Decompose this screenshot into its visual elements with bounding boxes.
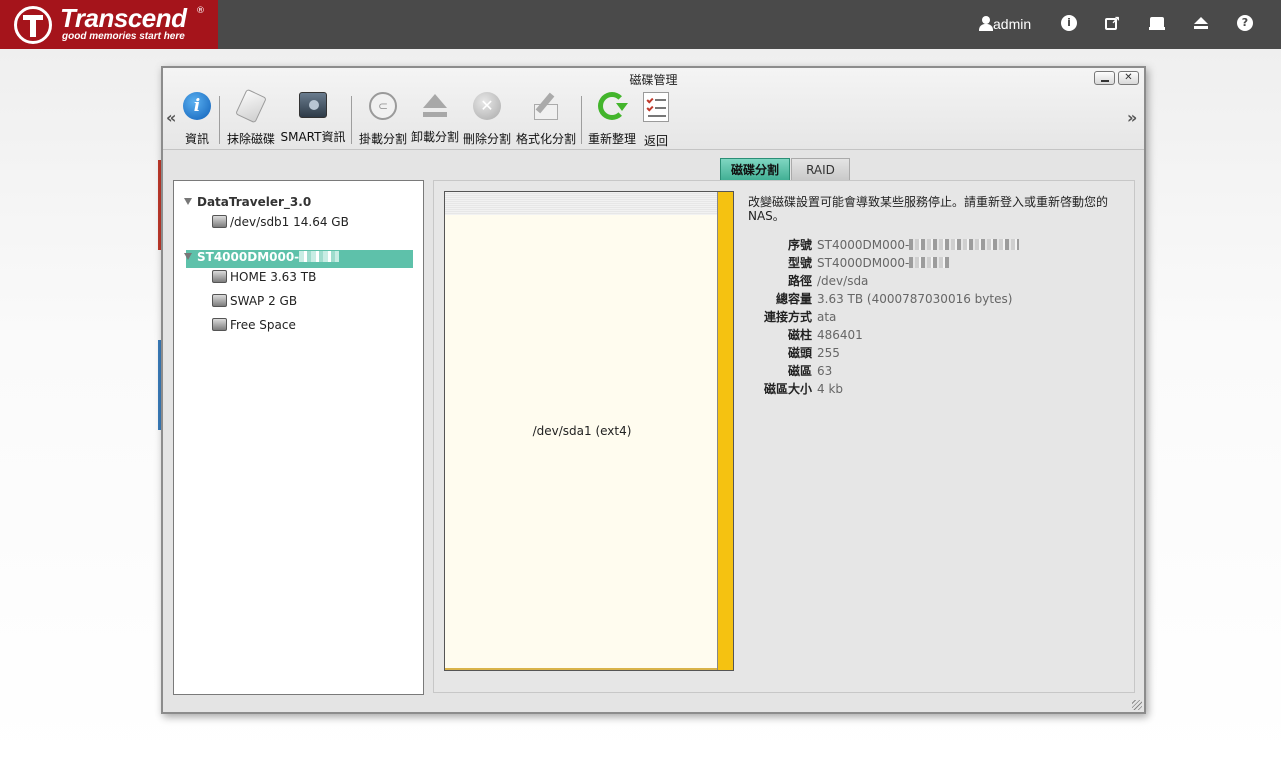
smart-info-label: SMART資訊 (280, 130, 346, 144)
partition-name: HOME 3.63 TB (230, 270, 317, 284)
redacted-model (909, 257, 952, 268)
smart-info-button[interactable]: SMART資訊 (279, 92, 347, 148)
detail-path: 路徑/dev/sda (787, 274, 869, 288)
expand-arrow-icon[interactable] (184, 253, 192, 260)
detail-cylinders: 磁柱 486401 (787, 328, 863, 342)
tab-raid[interactable]: RAID (791, 158, 850, 182)
user-name[interactable]: admin (993, 16, 1031, 32)
format-partition-button[interactable]: 格式化分割 (514, 92, 578, 148)
erase-disk-label: 抹除磁碟 (226, 132, 275, 146)
tree-device-datatraveler[interactable]: DataTraveler_3.0 (184, 195, 311, 209)
unmount-partition-button[interactable]: 卸載分割 (410, 92, 460, 148)
info-icon[interactable]: i (1061, 15, 1077, 31)
partition-name: Free Space (230, 318, 296, 332)
hard-disk-icon (212, 215, 227, 228)
refresh-button[interactable]: 重新整理 (587, 92, 637, 148)
window-title: 磁碟管理 (629, 73, 678, 87)
close-button[interactable]: ✕ (1118, 71, 1139, 85)
transcend-logo[interactable]: Transcend ® good memories start here (0, 0, 218, 49)
toolbar-separator (581, 96, 582, 144)
erase-disk-button[interactable]: 抹除磁碟 (225, 88, 277, 148)
partition-name: /dev/sdb1 14.64 GB (230, 215, 349, 229)
partition-content-panel: /dev/sda1 (ext4) 改變磁碟設置可能會導致某些服務停止。請重新登入… (433, 180, 1135, 693)
refresh-label: 重新整理 (587, 132, 636, 146)
resize-grip[interactable] (1132, 700, 1142, 710)
hard-disk-icon (212, 270, 227, 283)
disk-tree: DataTraveler_3.0 /dev/sdb1 14.64 GB ST40… (173, 180, 424, 695)
unmount-icon (422, 92, 448, 118)
eraser-icon (235, 88, 267, 124)
info-label: 資訊 (184, 132, 209, 146)
partition-label: /dev/sda1 (ext4) (532, 424, 632, 438)
smart-disk-icon (299, 92, 327, 118)
expand-arrow-icon[interactable] (184, 198, 192, 205)
format-partition-label: 格式化分割 (515, 132, 576, 146)
refresh-icon (598, 92, 628, 120)
top-bar: Transcend ® good memories start here adm… (0, 0, 1281, 49)
detail-serial: 序號 ST4000DM000- (748, 236, 1020, 253)
logo-name: Transcend (60, 3, 187, 33)
detail-capacity: 總容量 3.63 TB (4000787030016 bytes) (775, 292, 1013, 306)
partition-map-header (445, 192, 719, 216)
transcend-logo-icon (14, 6, 52, 44)
delete-icon: ✕ (473, 92, 501, 120)
tree-partition-sdb1[interactable]: /dev/sdb1 14.64 GB (212, 215, 349, 229)
eject-icon[interactable] (1193, 15, 1209, 31)
redacted-serial (909, 239, 1020, 250)
warning-message: 改變磁碟設置可能會導致某些服務停止。請重新登入或重新啓動您的NAS。 (748, 195, 1109, 223)
delete-partition-label: 刪除分割 (462, 132, 511, 146)
toolbar-scroll-right[interactable]: » (1127, 108, 1137, 127)
info-button[interactable]: i 資訊 (183, 92, 211, 148)
detail-model: 型號 ST4000DM000- (748, 254, 952, 271)
detail-sector-size: 磁區大小 4 kb (763, 382, 844, 396)
mount-icon: ⊂ (369, 92, 397, 120)
disk-icon[interactable] (1149, 15, 1165, 31)
tree-device-st4000dm000[interactable]: ST4000DM000- (184, 250, 340, 264)
help-icon[interactable]: ? (1237, 15, 1253, 31)
mount-partition-label: 掛載分割 (358, 132, 407, 146)
toolbar-scroll-left[interactable]: « (166, 108, 176, 127)
detail-heads: 磁頭 255 (787, 346, 840, 360)
unmount-partition-label: 卸載分割 (410, 130, 459, 144)
detail-interface: 連接方式 ata (763, 310, 837, 324)
mount-partition-button[interactable]: ⊂ 掛載分割 (358, 92, 408, 148)
hard-disk-icon (212, 294, 227, 307)
redacted-serial (299, 251, 340, 262)
tree-partition-swap[interactable]: SWAP 2 GB (212, 294, 297, 308)
detail-sectors: 磁區 63 (787, 364, 833, 378)
tree-partition-home[interactable]: HOME 3.63 TB (212, 270, 316, 284)
device-name: DataTraveler_3.0 (197, 195, 312, 209)
toolbar-separator (219, 96, 220, 144)
checklist-icon (643, 92, 669, 122)
format-icon (532, 92, 560, 120)
partition-size-bar (717, 192, 733, 670)
user-icon[interactable] (979, 16, 993, 31)
device-name: ST4000DM000- (197, 250, 300, 264)
minimize-button[interactable] (1094, 71, 1115, 85)
partition-map[interactable]: /dev/sda1 (ext4) (444, 191, 734, 671)
toolbar-separator (351, 96, 352, 144)
delete-partition-button[interactable]: ✕ 刪除分割 (462, 92, 512, 148)
external-link-icon[interactable]: ↗ (1105, 14, 1121, 31)
logo-tagline: good memories start here (62, 31, 185, 42)
logo-registered-mark: ® (196, 6, 205, 16)
info-icon: i (183, 92, 211, 120)
back-label: 返回 (643, 134, 668, 148)
tab-partition[interactable]: 磁碟分割 (720, 158, 790, 182)
partition-map-baseline (445, 668, 717, 670)
disk-management-window: 磁碟管理 ✕ « » i 資訊 抹除磁碟 SMART資訊 ⊂ 掛載分割 卸載分割… (161, 66, 1146, 714)
hard-disk-icon (212, 318, 227, 331)
tree-free-space[interactable]: Free Space (212, 318, 296, 332)
back-button[interactable]: 返回 (639, 92, 673, 148)
toolbar: 磁碟管理 ✕ « » i 資訊 抹除磁碟 SMART資訊 ⊂ 掛載分割 卸載分割… (163, 68, 1144, 150)
partition-name: SWAP 2 GB (230, 294, 298, 308)
